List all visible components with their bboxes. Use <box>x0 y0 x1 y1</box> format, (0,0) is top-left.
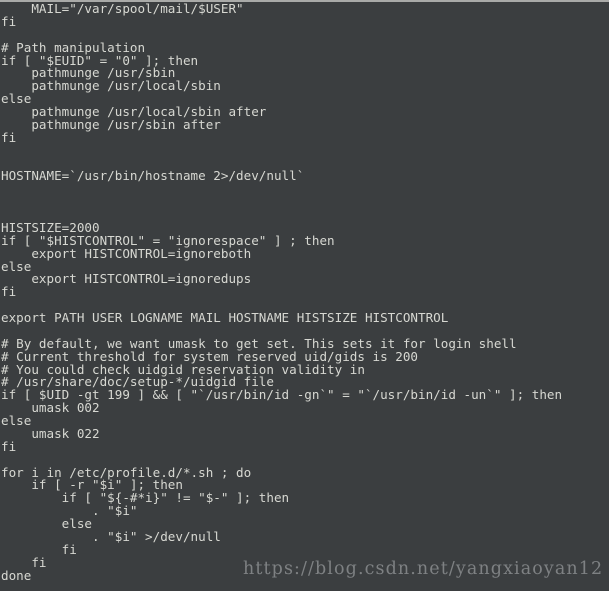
terminal-text-buffer[interactable]: MAIL="/var/spool/mail/$USER" fi # Path man… <box>0 2 609 582</box>
code-line: fi <box>1 438 17 454</box>
code-line: pathmunge /usr/local/sbin <box>1 78 221 94</box>
code-line: fi <box>1 284 17 300</box>
code-line: export HISTCONTROL=ignoredups <box>1 271 252 287</box>
code-line: done <box>1 567 32 583</box>
code-line: HOSTNAME=`/usr/bin/hostname 2>/dev/null` <box>1 168 305 184</box>
code-line: fi <box>1 13 17 29</box>
code-line: pathmunge /usr/sbin after <box>1 116 221 132</box>
code-line: umask 002 <box>1 400 100 416</box>
code-line: . "$i" >/dev/null <box>1 528 221 544</box>
terminal-window[interactable]: MAIL="/var/spool/mail/$USER" fi # Path man… <box>0 0 609 591</box>
code-line: MAIL="/var/spool/mail/$USER" <box>1 1 244 16</box>
code-line: export HISTCONTROL=ignoreboth <box>1 245 252 261</box>
code-line: export PATH USER LOGNAME MAIL HOSTNAME H… <box>1 310 449 325</box>
code-line: fi <box>1 541 77 557</box>
code-line: umask 022 <box>1 425 100 441</box>
code-line: fi <box>1 129 17 145</box>
code-line: fi <box>1 554 47 570</box>
